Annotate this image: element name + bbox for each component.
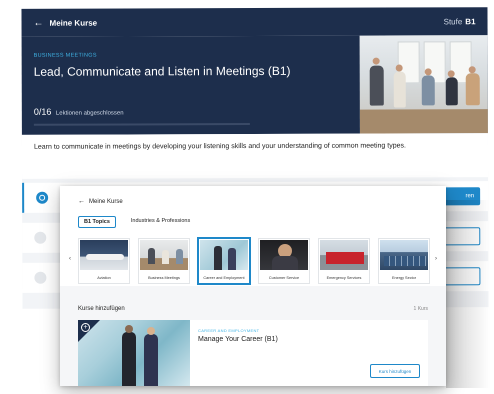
lesson-status-icon — [34, 231, 47, 244]
person-figure — [214, 246, 222, 270]
course-title: Lead, Communicate and Listen in Meetings… — [33, 63, 291, 79]
topic-label: Aviation — [97, 276, 111, 281]
topic-thumbnail — [380, 240, 428, 270]
progress-label: Lektionen abgeschlossen — [55, 110, 124, 117]
person-figure — [122, 332, 136, 386]
progress-bar — [33, 123, 250, 126]
person-figure — [445, 77, 458, 106]
hero-image — [359, 35, 488, 134]
solar-panel-shape — [384, 256, 426, 266]
topic-card-emergency-services[interactable]: Emergency Services — [318, 238, 370, 284]
course-card: + CAREER AND EMPLOYMENT Manage Your Care… — [78, 320, 428, 386]
back-link-label[interactable]: Meine Kurse — [89, 199, 123, 205]
plus-circle-icon[interactable]: + — [81, 323, 90, 332]
person-head — [447, 70, 455, 78]
table-decoration — [359, 109, 488, 134]
person-figure — [148, 248, 155, 264]
person-figure — [144, 334, 158, 386]
course-catalog-window: ← Meine Kurse B1 Topics Industries & Pro… — [60, 186, 446, 386]
topic-thumbnail — [320, 240, 368, 270]
progress-count: 0/16 — [33, 106, 52, 117]
course-card-image: + — [78, 320, 190, 386]
back-link[interactable]: Meine Kurse — [50, 18, 98, 27]
person-figure — [369, 65, 384, 106]
course-count: 1 Kurs — [413, 306, 428, 312]
lesson-status-icon — [34, 271, 47, 284]
level-indicator: Stufe B1 — [444, 17, 476, 26]
person-head — [424, 68, 432, 76]
progress-text: 0/16 Lektionen abgeschlossen — [33, 106, 124, 117]
catalog-tabs: B1 Topics Industries & Professions — [78, 216, 195, 228]
course-category: BUSINESS MEETINGS — [33, 52, 97, 59]
topic-card-aviation[interactable]: Aviation — [78, 238, 130, 284]
course-description: Learn to communicate in meetings by deve… — [21, 133, 489, 179]
person-figure — [176, 249, 183, 264]
topic-label: Business Meetings — [148, 276, 180, 281]
topic-card-business-meetings[interactable]: Business Meetings — [138, 238, 190, 284]
top-bar: ← Meine Kurse Stufe B1 — [21, 7, 488, 37]
person-head — [372, 57, 380, 65]
topic-label: Energy Sector — [391, 276, 417, 281]
level-label: Stufe — [443, 16, 463, 26]
tab-industries-professions[interactable]: Industries & Professions — [126, 216, 195, 228]
person-head — [395, 64, 403, 72]
chevron-left-icon[interactable]: ‹ — [69, 256, 71, 262]
card-corner-decoration — [78, 320, 100, 342]
topic-card-customer-service[interactable]: Customer Service — [258, 238, 310, 284]
chevron-right-icon[interactable]: › — [435, 256, 437, 262]
person-figure — [162, 250, 169, 264]
topic-label: Customer Service — [268, 276, 300, 281]
person-figure — [272, 256, 298, 270]
topic-thumbnail — [80, 240, 128, 270]
catalog-header: ← Meine Kurse B1 Topics Industries & Pro… — [60, 186, 446, 236]
topic-label: Career and Employment — [203, 276, 245, 281]
topic-thumbnail — [140, 240, 188, 270]
back-arrow-icon[interactable]: ← — [78, 198, 85, 205]
person-head — [125, 325, 133, 333]
person-figure — [465, 73, 480, 106]
fire-truck-shape — [326, 252, 364, 264]
level-value: B1 — [465, 16, 476, 26]
topic-card-energy-sector[interactable]: Energy Sector — [378, 238, 430, 284]
back-arrow-icon[interactable]: ← — [34, 17, 44, 28]
add-courses-heading: Kurse hinzufügen — [78, 306, 125, 312]
person-head — [468, 66, 476, 74]
lesson-status-icon — [36, 191, 49, 204]
person-figure — [393, 71, 406, 108]
person-head — [147, 327, 155, 335]
person-figure — [421, 75, 435, 106]
topic-card-career-employment[interactable]: Career and Employment — [198, 238, 250, 284]
topic-thumbnail — [200, 240, 248, 270]
topic-carousel: ‹ › Aviation Business Meetings Career an… — [60, 236, 446, 286]
course-card-title: Manage Your Career (B1) — [198, 336, 278, 343]
shadow-decoration — [446, 200, 490, 388]
topic-label: Emergency Services — [326, 276, 362, 281]
topic-thumbnail — [260, 240, 308, 270]
tab-b1-topics[interactable]: B1 Topics — [78, 216, 116, 228]
course-hero: BUSINESS MEETINGS Lead, Communicate and … — [21, 35, 488, 135]
back-link[interactable]: ← Meine Kurse — [78, 198, 123, 205]
add-course-button[interactable]: Kurs hinzufügen — [370, 364, 420, 378]
plane-shape — [86, 254, 124, 260]
person-figure — [228, 248, 236, 270]
course-card-category: CAREER AND EMPLOYMENT — [198, 328, 260, 333]
